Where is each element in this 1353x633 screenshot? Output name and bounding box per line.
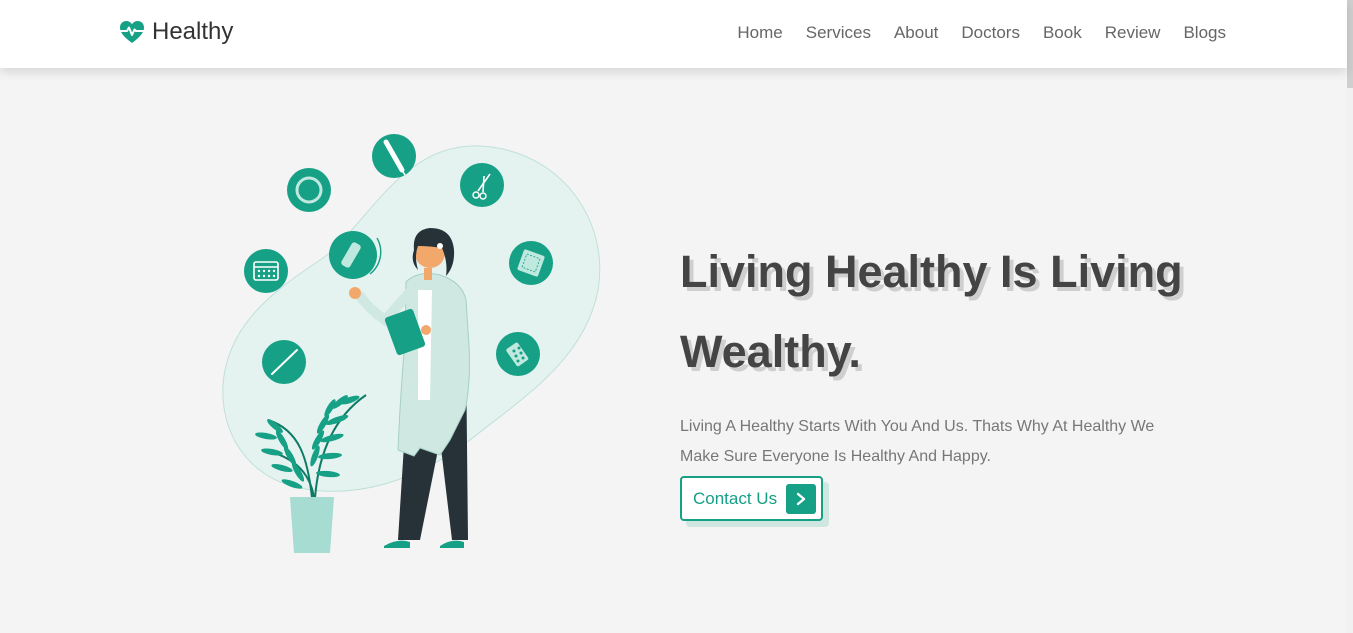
- nav-link-blogs[interactable]: Blogs: [1183, 23, 1226, 43]
- contact-us-button[interactable]: Contact Us: [680, 476, 823, 521]
- bandage-icon: [509, 241, 553, 285]
- nav-link-doctors[interactable]: Doctors: [961, 23, 1020, 43]
- hero-description: Living A Healthy Starts With You And Us.…: [680, 418, 1155, 465]
- main-nav: Home Services About Doctors Book Review …: [714, 23, 1226, 43]
- brand-logo[interactable]: Healthy: [118, 18, 233, 46]
- ring-icon: [287, 168, 331, 212]
- scrollbar-thumb[interactable]: [1347, 0, 1353, 88]
- heartbeat-icon: [120, 21, 144, 43]
- nav-link-home[interactable]: Home: [737, 23, 782, 43]
- doctor-illustration: [222, 134, 601, 553]
- nav-link-services[interactable]: Services: [806, 23, 871, 43]
- scissors-icon: [460, 163, 504, 207]
- syringe-icon: [372, 134, 416, 178]
- chevron-right-icon: [786, 484, 816, 514]
- contact-us-label: Contact Us: [693, 488, 778, 508]
- nav-link-review[interactable]: Review: [1105, 23, 1161, 43]
- nav-link-book[interactable]: Book: [1043, 23, 1082, 43]
- page-scrollbar[interactable]: [1347, 0, 1353, 633]
- thermometer-icon: [262, 340, 306, 384]
- hero-content: Living Healthy Is Living Wealthy. Living…: [680, 232, 1200, 521]
- hero-title: Living Healthy Is Living Wealthy.: [680, 246, 1183, 377]
- brand-name: Healthy: [152, 18, 234, 45]
- site-header: Healthy Home Services About Doctors Book…: [0, 0, 1347, 68]
- calendar-icon: [244, 249, 288, 293]
- pills-icon: [496, 332, 540, 376]
- nav-link-about[interactable]: About: [894, 23, 938, 43]
